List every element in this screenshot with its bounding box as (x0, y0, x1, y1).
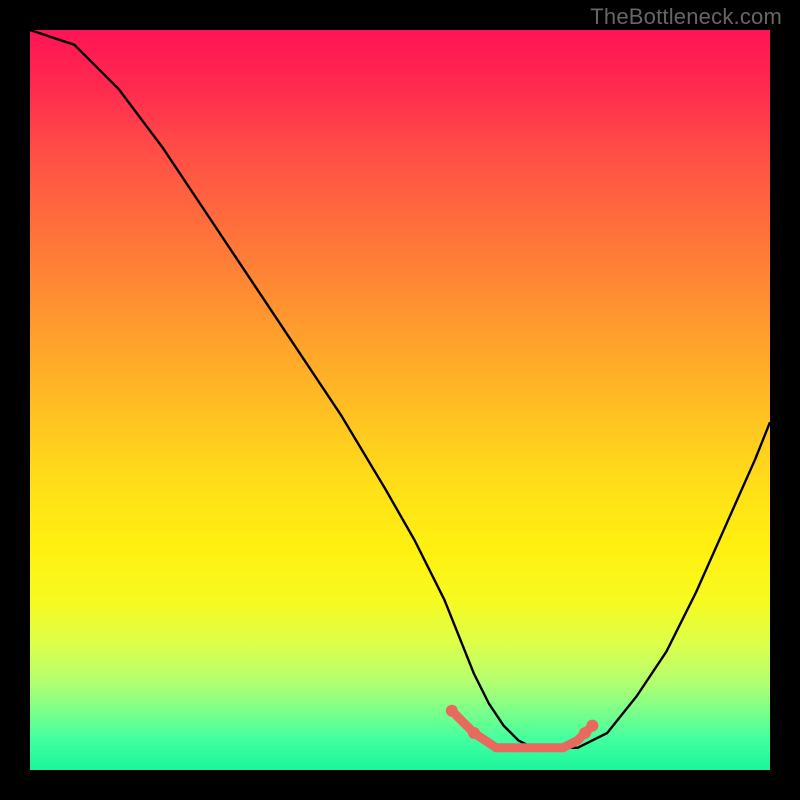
chart-plot-area (30, 30, 770, 770)
chart-svg (30, 30, 770, 770)
optimal-range-dot (468, 727, 480, 739)
optimal-range-dot (586, 720, 598, 732)
watermark-label: TheBottleneck.com (590, 4, 782, 30)
bottleneck-curve (30, 30, 770, 748)
optimal-range-dot (446, 705, 458, 717)
